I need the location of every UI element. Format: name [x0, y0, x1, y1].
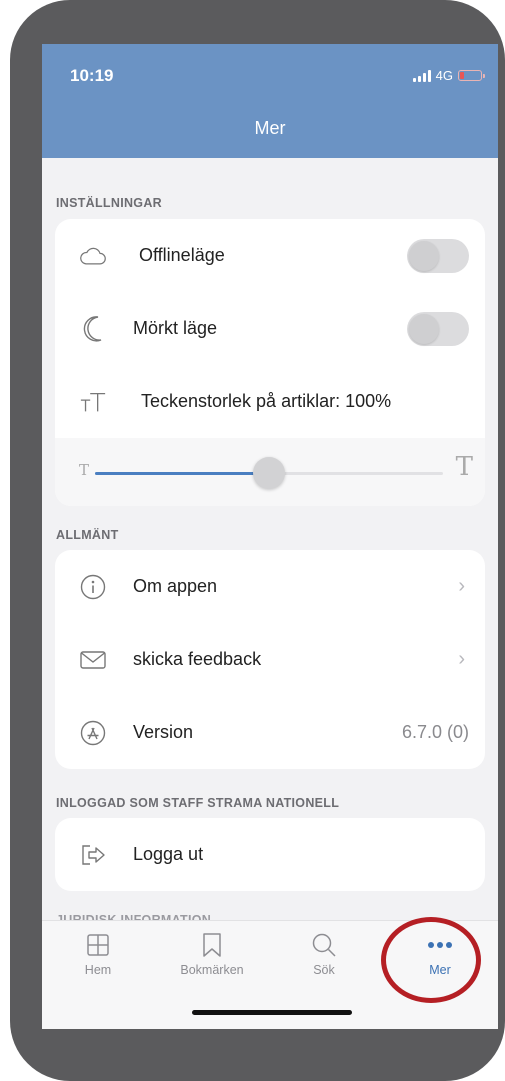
version-label: Version: [133, 722, 194, 742]
info-icon: [79, 573, 107, 601]
section-label-account: INLOGGAD SOM STAFF STRAMA NATIONELL: [56, 796, 340, 810]
search-icon: [274, 931, 374, 959]
dark-mode-label: Mörkt läge: [133, 318, 218, 338]
signal-icon: [412, 69, 431, 82]
version-value: 6.7.0 (0): [401, 722, 469, 742]
tab-search-label: Sök: [313, 963, 335, 977]
battery-icon: [458, 70, 485, 81]
feedback-label: skicka feedback: [133, 649, 262, 669]
cloud-icon: [79, 242, 107, 270]
version-row: Version 6.7.0 (0): [55, 696, 485, 769]
font-size-label: Teckenstorlek på artiklar: 100%: [141, 391, 392, 411]
status-indicators: 4G: [412, 68, 485, 83]
feedback-row[interactable]: skicka feedback ›: [55, 623, 485, 696]
offline-toggle[interactable]: [407, 238, 469, 273]
settings-card: Offlineläge Mörkt läge Teckenstorlek på …: [55, 219, 485, 506]
page-title: Mer: [254, 118, 286, 138]
logout-icon: [79, 841, 107, 869]
about-row[interactable]: Om appen ›: [55, 550, 485, 623]
section-label-general: ALLMÄNT: [56, 528, 119, 542]
logout-label: Logga ut: [133, 844, 204, 864]
text-size-icon: [79, 388, 107, 416]
network-type: 4G: [435, 68, 453, 83]
tab-bookmarks-label: Bokmärken: [180, 963, 244, 977]
grid-icon: [48, 931, 148, 959]
offline-row: Offlineläge: [55, 219, 485, 292]
tab-search[interactable]: Sök: [274, 931, 374, 977]
about-label: Om appen: [133, 576, 218, 596]
app-store-icon: [79, 719, 107, 747]
moon-icon: [79, 315, 107, 343]
small-text-icon: T: [79, 461, 90, 479]
section-label-settings: INSTÄLLNINGAR: [56, 196, 162, 210]
font-size-slider[interactable]: [95, 457, 443, 489]
large-text-icon: T: [455, 452, 473, 482]
highlight-circle-annotation: [381, 917, 481, 1003]
general-card: Om appen › skicka feedback › Version 6.7…: [55, 550, 485, 769]
nav-header: 10:19 4G Mer: [42, 44, 498, 158]
app-screen: 10:19 4G Mer INSTÄLLNINGAR Offlineläge M…: [42, 44, 498, 1029]
dark-mode-toggle[interactable]: [407, 311, 469, 346]
offline-label: Offlineläge: [139, 245, 225, 265]
tab-home-label: Hem: [84, 963, 112, 977]
logout-row[interactable]: Logga ut: [55, 818, 485, 891]
dark-mode-row: Mörkt läge: [55, 292, 485, 365]
chevron-right-icon: ›: [458, 575, 465, 597]
font-size-slider-row: T T: [55, 438, 485, 506]
mail-icon: [79, 646, 107, 674]
account-card: Logga ut: [55, 818, 485, 891]
bookmark-icon: [162, 931, 262, 959]
chevron-right-icon: ›: [458, 648, 465, 670]
tab-home[interactable]: Hem: [48, 931, 148, 977]
tab-bookmarks[interactable]: Bokmärken: [162, 931, 262, 977]
home-indicator: [192, 1010, 352, 1015]
status-time: 10:19: [70, 66, 114, 85]
slider-handle[interactable]: [253, 457, 285, 489]
font-size-row: Teckenstorlek på artiklar: 100%: [55, 365, 485, 438]
